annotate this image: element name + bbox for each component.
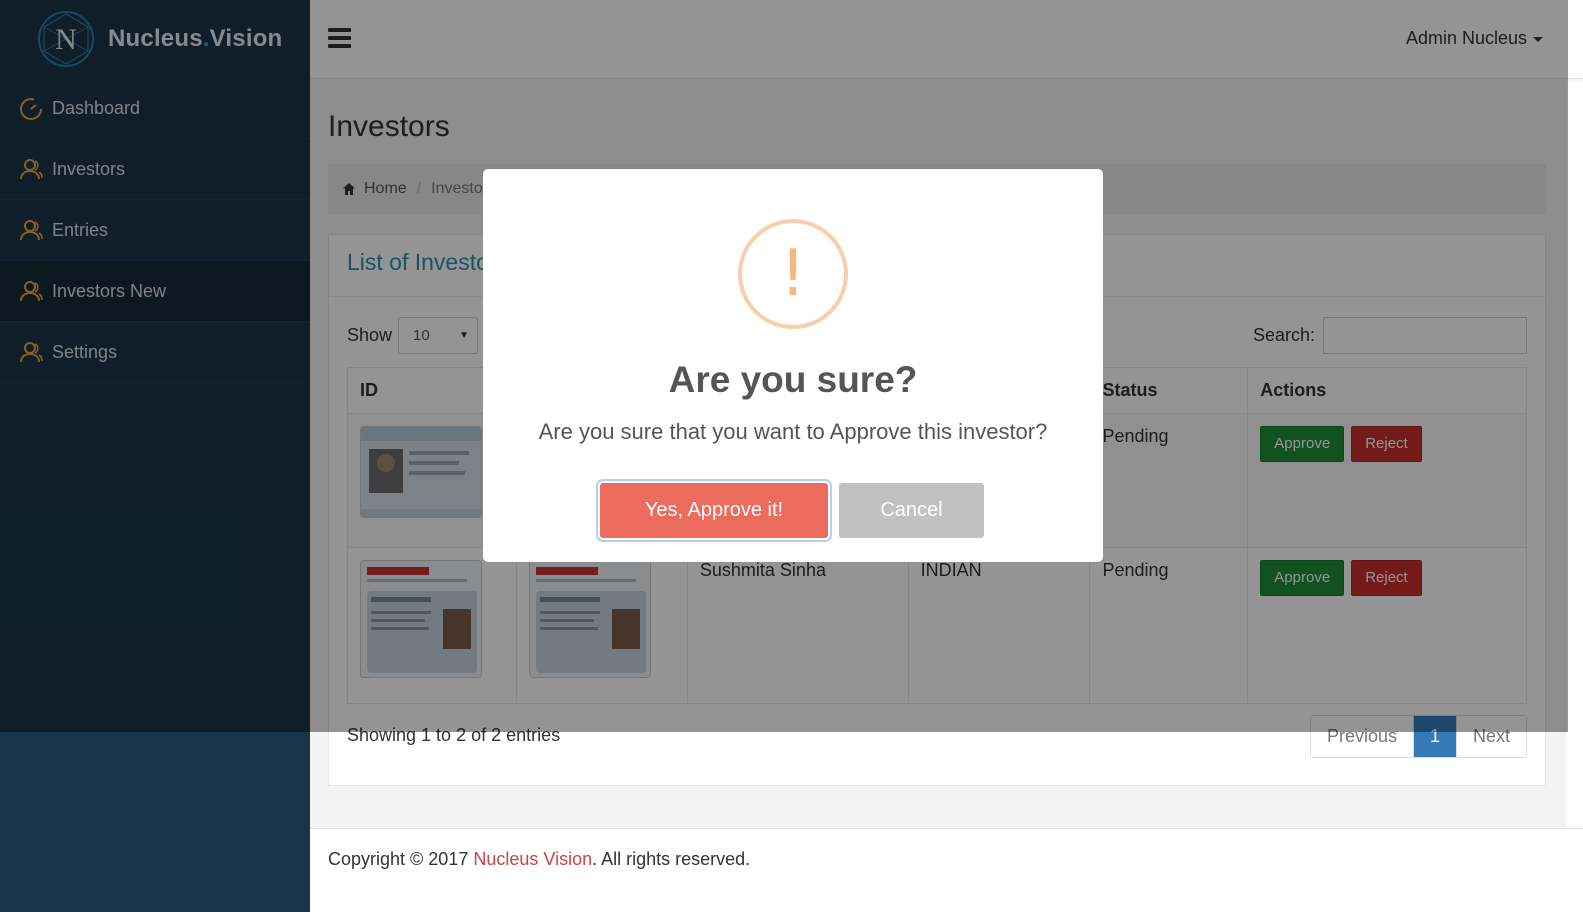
- dialog-message: Are you sure that you want to Approve th…: [538, 419, 1048, 444]
- warning-glyph: !: [780, 237, 806, 311]
- cancel-button[interactable]: Cancel: [839, 483, 984, 538]
- dialog-title: Are you sure?: [668, 359, 918, 400]
- footer-brand-link[interactable]: Nucleus Vision: [473, 849, 592, 869]
- footer: Copyright © 2017 Nucleus Vision. All rig…: [310, 828, 1583, 912]
- warning-icon: !: [738, 219, 848, 329]
- confirm-dialog: ! Are you sure? Are you sure that you wa…: [483, 169, 1103, 562]
- rights-text: . All rights reserved.: [592, 849, 751, 869]
- confirm-approve-button[interactable]: Yes, Approve it!: [600, 483, 828, 538]
- copyright-text: Copyright © 2017: [328, 849, 474, 869]
